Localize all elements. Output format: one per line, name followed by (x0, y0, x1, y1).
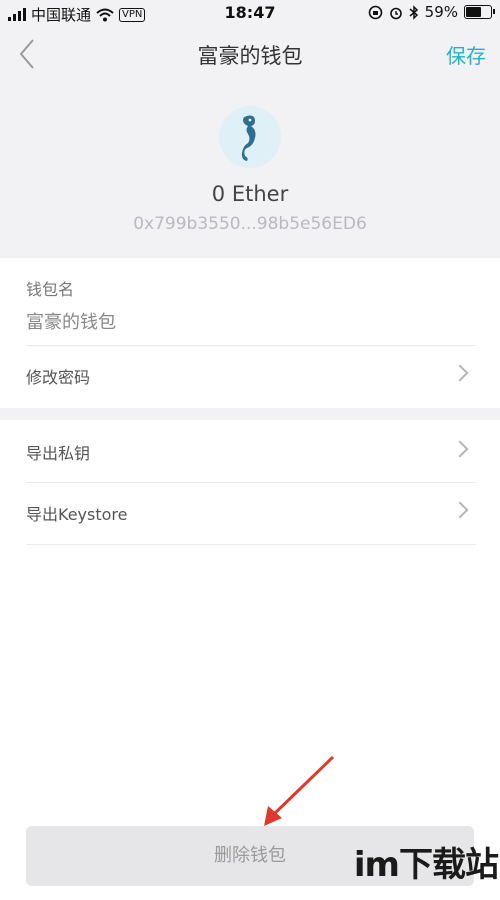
back-icon[interactable] (14, 36, 42, 72)
change-password-row[interactable]: 修改密码 (0, 346, 500, 406)
alarm-icon (389, 7, 402, 19)
wallet-name-input[interactable]: 富豪的钱包 (26, 308, 116, 334)
page-title: 富豪的钱包 (197, 44, 303, 68)
status-bar: 中国联通 VPN 18:47 59% (0, 0, 500, 26)
rotation-lock-icon (368, 5, 382, 19)
export-private-key-row[interactable]: 导出私钥 (0, 422, 500, 482)
wallet-balance: 0 Ether (211, 182, 289, 206)
change-password-label: 修改密码 (26, 368, 91, 387)
wallet-avatar (219, 106, 281, 168)
nav-bar: 富豪的钱包 保存 (0, 26, 500, 84)
battery-icon (464, 5, 495, 19)
wallet-settings-card: 钱包名 富豪的钱包 修改密码 (0, 258, 500, 408)
wallet-header: 0 Ether 0x799b3550...98b5e56ED6 (0, 84, 500, 256)
chevron-right-icon (451, 440, 469, 458)
status-right: 59% (368, 3, 495, 21)
wallet-address: 0x799b3550...98b5e56ED6 (133, 214, 367, 234)
export-keystore-row[interactable]: 导出Keystore (0, 483, 500, 543)
wallet-name-label: 钱包名 (26, 280, 75, 299)
delete-wallet-button[interactable]: 删除钱包 (26, 826, 474, 886)
bluetooth-icon (409, 4, 418, 20)
save-button[interactable]: 保存 (446, 40, 486, 69)
divider (26, 544, 476, 545)
export-keystore-label: 导出Keystore (26, 505, 128, 524)
battery-percent: 59% (424, 3, 458, 21)
seahorse-icon (241, 115, 256, 161)
chevron-right-icon (451, 501, 469, 519)
export-private-key-label: 导出私钥 (26, 444, 91, 463)
chevron-right-icon (451, 364, 469, 382)
